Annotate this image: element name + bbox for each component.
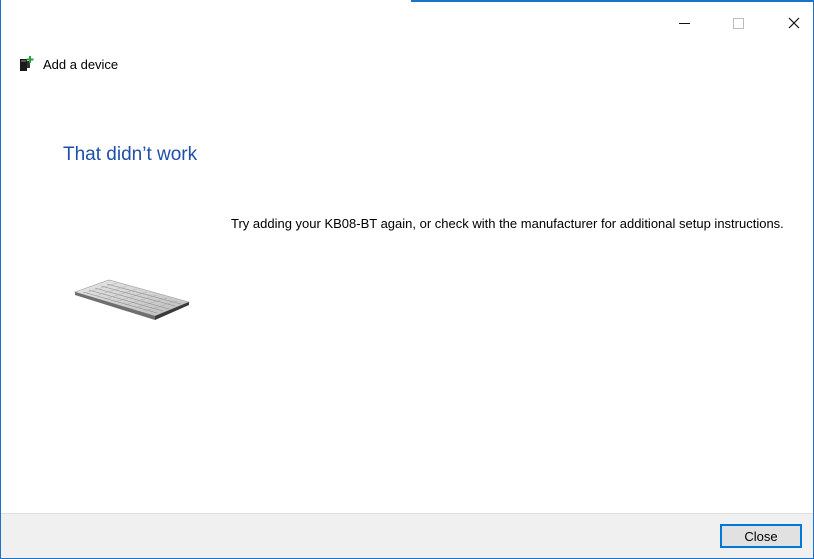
add-device-window: Add a device That didn’t work Try adding… bbox=[0, 0, 814, 559]
error-message: Try adding your KB08-BT again, or check … bbox=[231, 216, 784, 231]
close-button[interactable]: Close bbox=[720, 524, 802, 548]
page-heading: That didn’t work bbox=[63, 144, 198, 165]
app-header: Add a device bbox=[19, 55, 118, 73]
window-close-button[interactable] bbox=[771, 8, 814, 38]
maximize-button[interactable] bbox=[715, 8, 761, 38]
window-top-border bbox=[411, 0, 814, 2]
dialog-footer: Close bbox=[1, 513, 813, 558]
maximize-icon bbox=[732, 17, 744, 29]
keyboard-icon bbox=[74, 279, 190, 320]
minimize-icon bbox=[678, 22, 690, 24]
minimize-button[interactable] bbox=[661, 8, 707, 38]
add-device-icon bbox=[20, 56, 34, 71]
window-title: Add a device bbox=[43, 56, 119, 72]
close-icon bbox=[788, 17, 800, 29]
